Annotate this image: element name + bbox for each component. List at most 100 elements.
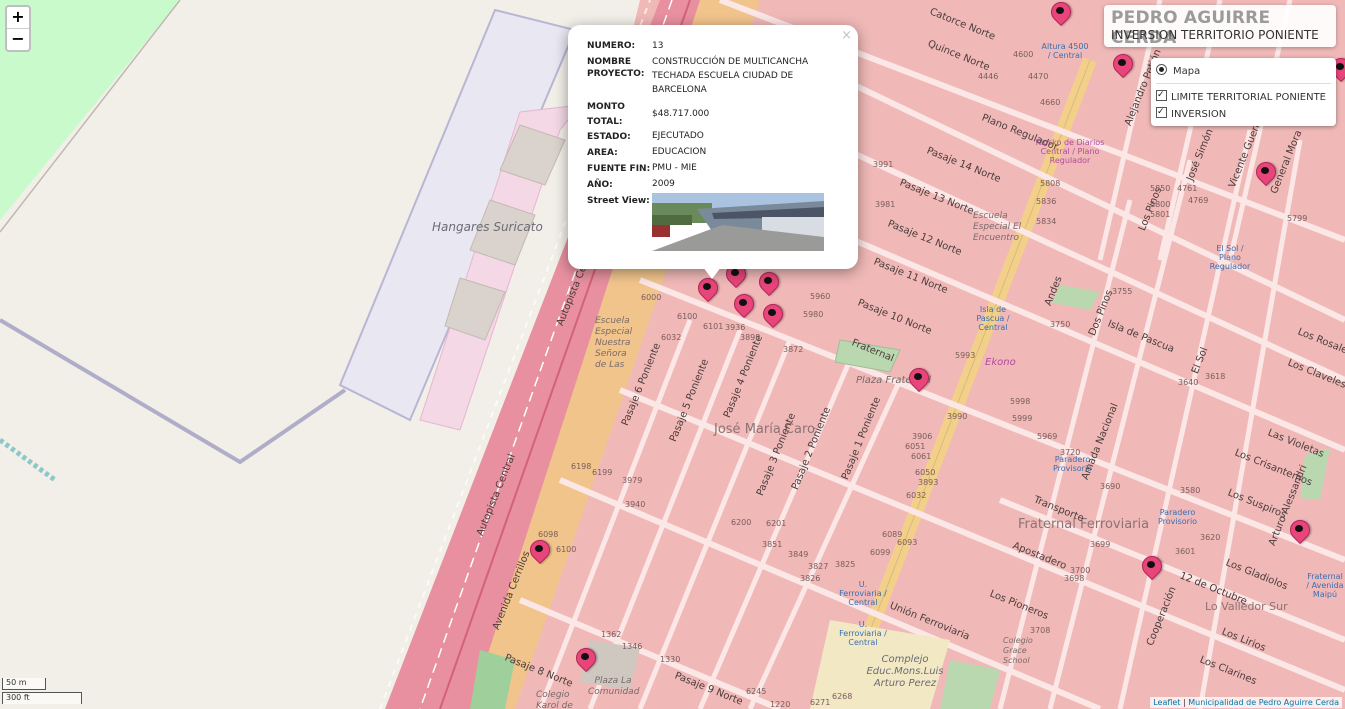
house-number: 3708 [1030, 626, 1051, 635]
house-number: 5999 [1012, 414, 1033, 423]
house-number: 3936 [725, 323, 746, 332]
house-number: 4761 [1177, 184, 1198, 193]
house-number: 6199 [592, 468, 613, 477]
bus-stop-label: U. Ferroviaria / Central [839, 620, 887, 647]
house-number: 3851 [762, 540, 783, 549]
investment-marker[interactable] [1046, 0, 1076, 28]
overlay-inversion[interactable]: INVERSION [1156, 105, 1226, 121]
map-attribution: Leaflet | Municipalidad de Pedro Aguirre… [1150, 697, 1342, 708]
house-number: 6268 [832, 692, 853, 701]
source-link[interactable]: Municipalidad de Pedro Aguirre Cerda [1188, 698, 1339, 707]
scale-imperial: 300 ft [2, 692, 82, 704]
map-subtitle: INVERSION TERRITORIO PONIENTE [1111, 28, 1319, 42]
popup-key: MONTO TOTAL: [587, 102, 625, 127]
investment-marker[interactable] [571, 643, 601, 674]
investment-marker[interactable] [1137, 551, 1167, 582]
house-number: 6089 [882, 530, 903, 539]
base-layer-label: Mapa [1173, 66, 1201, 77]
house-number: 5980 [803, 310, 824, 319]
investment-marker[interactable] [758, 299, 788, 330]
house-number: 3991 [873, 160, 894, 169]
investment-marker[interactable] [904, 363, 934, 394]
house-number: 3906 [912, 432, 933, 441]
house-number: 3699 [1090, 540, 1111, 549]
house-number: 5836 [1036, 197, 1057, 206]
scale-metric: 50 m [2, 678, 46, 690]
popup-value: 13 [652, 41, 664, 51]
investment-marker[interactable] [1285, 515, 1315, 546]
investment-marker[interactable] [525, 535, 555, 566]
leaflet-link[interactable]: Leaflet [1153, 698, 1180, 707]
house-number: 6032 [661, 333, 682, 342]
bus-stop-label: Isla de Pascua / Central [976, 305, 1010, 332]
house-number: 6100 [556, 545, 577, 554]
house-number: 3898 [740, 333, 761, 342]
zoom-out-button[interactable]: − [7, 28, 29, 50]
place-label: Colegio Grace School [1003, 636, 1033, 665]
bus-stop-label: Paradero Provisorio [1157, 508, 1198, 526]
investment-marker[interactable] [729, 289, 759, 320]
checkbox-icon[interactable] [1156, 88, 1167, 102]
popup-value: CONSTRUCCIÓN DE MULTICANCHA TECHADA ESCU… [652, 57, 809, 95]
house-number: 3849 [788, 550, 809, 559]
investment-marker[interactable] [693, 273, 723, 304]
house-number: 4769 [1188, 196, 1209, 205]
checkbox-icon[interactable] [1156, 105, 1167, 119]
house-number: 6198 [571, 462, 592, 471]
overlay-label: LIMITE TERRITORIAL PONIENTE [1171, 92, 1326, 103]
house-number: 5993 [955, 351, 976, 360]
house-number: 6201 [766, 519, 787, 528]
airport-area-label: Hangares Suricato [432, 220, 543, 234]
bus-stop-label: U. Ferroviaria / Central [839, 580, 887, 607]
house-number: 3872 [783, 345, 804, 354]
layers-separator [1156, 83, 1331, 84]
radio-icon[interactable] [1156, 64, 1167, 75]
place-label: Escuela Especial El Encuentro [973, 211, 1022, 243]
house-number: 3755 [1112, 287, 1133, 296]
popup-key: AREA: [587, 148, 618, 158]
house-number: 5960 [810, 292, 831, 301]
popup-value: 2009 [652, 179, 675, 189]
house-number: 3720 [1060, 448, 1081, 457]
house-number: 6100 [677, 312, 698, 321]
popup-key: AÑO: [587, 180, 613, 190]
layers-control: Mapa LIMITE TERRITORIAL PONIENTE INVERSI… [1151, 58, 1336, 126]
overlay-limite-territorial[interactable]: LIMITE TERRITORIAL PONIENTE [1156, 88, 1326, 104]
place-label: Colegio Karol de [536, 690, 573, 709]
popup-key: NUMERO: [587, 41, 636, 51]
place-label: Complejo Educ.Mons.Luis Arturo Perez [866, 654, 944, 689]
house-number: 1220 [770, 700, 791, 709]
bus-stop-label: Altura 4500 / Central [1041, 42, 1089, 60]
house-number: 1330 [660, 655, 681, 664]
house-number: 1362 [601, 630, 622, 639]
popup-tip [703, 267, 721, 279]
investment-marker[interactable] [1251, 157, 1281, 188]
popup-close-button[interactable]: × [841, 28, 852, 43]
house-number: 6200 [731, 518, 752, 527]
place-label: Plaza La Comunidad [588, 676, 640, 697]
house-number: 3979 [622, 476, 643, 485]
house-number: 3825 [835, 560, 856, 569]
place-label: Escuela Especial Nuestra Señora de Las [595, 316, 633, 370]
house-number: 3827 [808, 562, 829, 571]
street-view-image[interactable] [652, 193, 824, 251]
house-number: 1346 [622, 642, 643, 651]
house-number: 3601 [1175, 547, 1196, 556]
house-number: 5998 [1010, 397, 1031, 406]
investment-marker[interactable] [754, 267, 784, 298]
project-popup: × NUMERO: 13 NOMBRE PROYECTO: CONSTRUCCI… [568, 25, 858, 279]
house-number: 6093 [897, 538, 918, 547]
house-number: 6101 [703, 322, 724, 331]
house-number: 3750 [1050, 320, 1071, 329]
house-number: 6061 [911, 452, 932, 461]
base-layer-mapa[interactable]: Mapa [1156, 64, 1200, 78]
zoom-in-button[interactable]: + [7, 7, 29, 28]
investment-marker[interactable] [1108, 49, 1138, 80]
popup-value: EJECUTADO [652, 131, 704, 141]
house-number: 5808 [1040, 179, 1061, 188]
house-number: 3618 [1205, 372, 1226, 381]
house-number: 3981 [875, 200, 896, 209]
house-number: 3940 [625, 500, 646, 509]
house-number: 4446 [978, 72, 999, 81]
popup-value: $48.717.000 [652, 109, 710, 119]
